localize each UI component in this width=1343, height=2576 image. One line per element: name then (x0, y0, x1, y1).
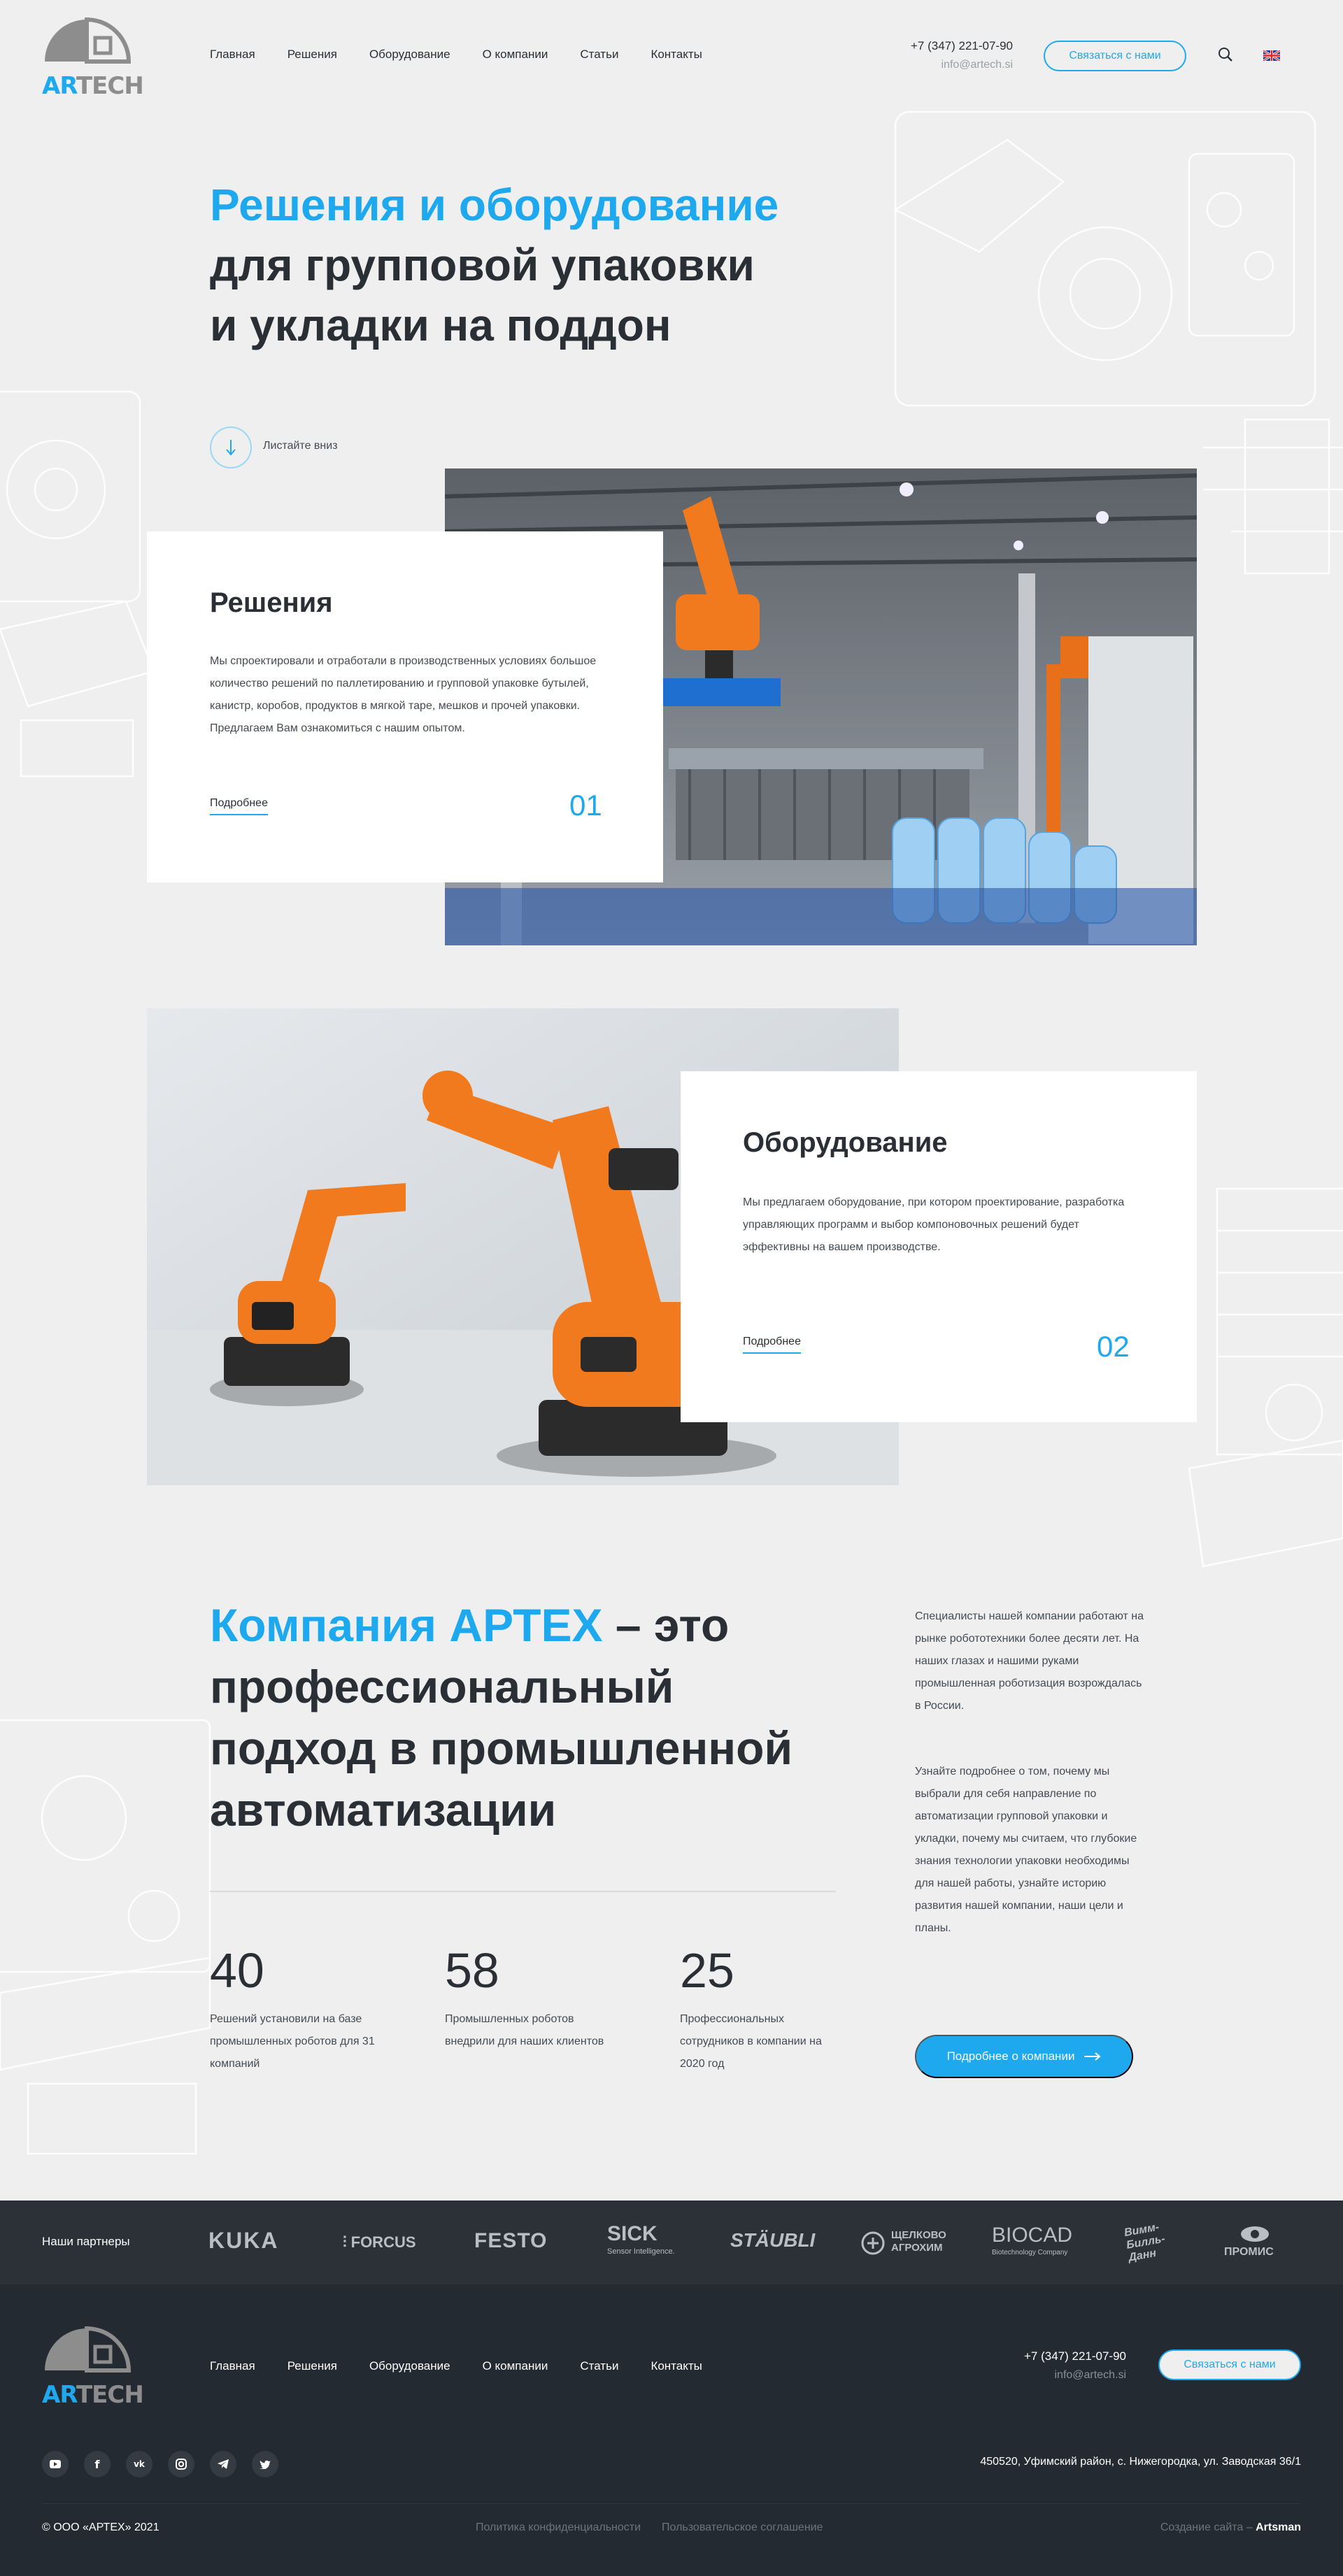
hero-title-line2: для групповой упаковки (210, 240, 755, 290)
footer-nav-equipment[interactable]: Оборудование (369, 2359, 450, 2373)
footer-logo[interactable]: ARTECH (42, 2326, 144, 2409)
developer-credit-label: Создание сайта – (1160, 2521, 1256, 2533)
stat-number: 40 (210, 1943, 264, 1998)
footer-phone[interactable]: +7 (347) 221-07-90 (1006, 2349, 1126, 2363)
uk-flag-icon[interactable] (1263, 50, 1280, 61)
header-email[interactable]: info@artech.si (907, 59, 1013, 71)
search-icon[interactable] (1217, 46, 1234, 63)
nav-item-about[interactable]: О компании (483, 48, 548, 62)
hero-title: Решения и оборудование для групповой упа… (210, 175, 779, 355)
stat-item: 25 Профессиональных сотрудников в компан… (680, 1942, 848, 2075)
footer-nav-solutions[interactable]: Решения (287, 2359, 337, 2373)
nav-item-solutions[interactable]: Решения (287, 48, 337, 62)
footer-nav: Главная Решения Оборудование О компании … (210, 2359, 702, 2373)
partner-logo-forcus[interactable]: ⫶ FORCUS (343, 2233, 416, 2252)
logo[interactable]: ARTECH (42, 17, 144, 100)
logo-tech: TECH (76, 2381, 144, 2409)
arrow-right-icon (1084, 2052, 1101, 2061)
logo-ar: AR (42, 2381, 77, 2409)
logo-mark-icon (45, 2326, 132, 2373)
stat-item: 40 Решений установили на базе промышленн… (210, 1942, 378, 2075)
developer-credit[interactable]: Создание сайта – Artsman (1091, 2521, 1301, 2534)
logo-mark-icon (45, 17, 132, 64)
partner-logo-biocad-tagline: Biotechnology Company (992, 2249, 1068, 2256)
instagram-icon[interactable] (168, 2451, 194, 2477)
company-text-2: Узнайте подробнее о том, почему мы выбра… (915, 1766, 1137, 1934)
partner-logo-shchelkovo[interactable]: ЩЕЛКОВО (891, 2229, 946, 2241)
scroll-label: Листайте вниз (263, 440, 338, 452)
social-links: f vk (42, 2451, 278, 2477)
partner-logo-agrokhim: АГРОХИМ (891, 2242, 943, 2254)
promis-emblem-icon (1241, 2226, 1269, 2242)
contact-button[interactable]: Связаться с нами (1044, 41, 1186, 71)
company-title-blue: Компания АРТЕХ (210, 1599, 603, 1651)
telegram-icon[interactable] (210, 2451, 236, 2477)
equipment-text: Мы предлагаем оборудование, при котором … (743, 1196, 1125, 1253)
partner-logo-sick-tagline: Sensor Intelligence. (607, 2247, 675, 2256)
twitter-icon[interactable] (252, 2451, 278, 2477)
nav-item-equipment[interactable]: Оборудование (369, 48, 450, 62)
stat-text: Профессиональных сотрудников в компании … (680, 2013, 822, 2070)
partner-logo-staubli[interactable]: STÄUBLI (730, 2229, 815, 2252)
stat-text: Промышленных роботов внедрили для наших … (445, 2013, 604, 2047)
footer-nav-contacts[interactable]: Контакты (651, 2359, 702, 2373)
footer-address: 450520, Уфимский район, с. Нижегородка, … (980, 2456, 1301, 2468)
facebook-icon[interactable]: f (84, 2451, 111, 2477)
company-divider (210, 1891, 836, 1892)
nav-item-contacts[interactable]: Контакты (651, 48, 702, 62)
hero-title-line3: и укладки на поддон (210, 300, 672, 350)
user-agreement-link[interactable]: Пользовательское соглашение (662, 2521, 823, 2534)
about-company-label: Подробнее о компании (946, 2049, 1075, 2063)
stat-number: 25 (680, 1943, 734, 1998)
nav-item-articles[interactable]: Статьи (580, 48, 618, 62)
solutions-more-link[interactable]: Подробнее (210, 797, 268, 815)
shchelkovo-emblem-icon (861, 2231, 885, 2255)
arrow-down-icon (226, 440, 236, 456)
equipment-title: Оборудование (743, 1127, 948, 1158)
vk-icon[interactable]: vk (126, 2451, 152, 2477)
logo-ar: AR (42, 72, 77, 100)
partner-logo-festo[interactable]: FESTO (474, 2229, 547, 2253)
footer-copyright: © ООО «АРТЕХ» 2021 (42, 2521, 159, 2533)
equipment-number: 02 (1097, 1330, 1130, 1363)
footer-divider (42, 2503, 1301, 2504)
stat-text: Решений установили на базе промышленных … (210, 2013, 375, 2070)
partner-logo-biocad[interactable]: BIOCAD (992, 2224, 1072, 2247)
logo-tech: TECH (76, 72, 144, 100)
privacy-policy-link[interactable]: Политика конфиденциальности (476, 2521, 641, 2534)
company-title: Компания АРТЕХ – это профессиональный по… (210, 1594, 839, 1840)
footer-contact-button[interactable]: Связаться с нами (1158, 2349, 1301, 2380)
stat-number: 58 (445, 1943, 499, 1998)
main-nav: Главная Решения Оборудование О компании … (210, 48, 702, 62)
partner-logo-kuka[interactable]: KUKA (208, 2228, 278, 2254)
partner-logo-promis[interactable]: ПРОМИС (1224, 2246, 1274, 2259)
footer-nav-home[interactable]: Главная (210, 2359, 255, 2373)
header-phone[interactable]: +7 (347) 221-07-90 (907, 39, 1013, 53)
partners-label: Наши партнеры (42, 2235, 130, 2248)
youtube-icon[interactable] (42, 2451, 69, 2477)
scroll-down-button[interactable] (210, 427, 252, 468)
footer-nav-articles[interactable]: Статьи (580, 2359, 618, 2373)
nav-item-home[interactable]: Главная (210, 48, 255, 62)
solutions-text: Мы спроектировали и отработали в произво… (210, 655, 597, 734)
footer-email[interactable]: info@artech.si (1006, 2369, 1126, 2382)
stat-item: 58 Промышленных роботов внедрили для наш… (445, 1942, 613, 2053)
solutions-number: 01 (569, 789, 602, 822)
company-text-1: Специалисты нашей компании работают на р… (915, 1610, 1144, 1712)
about-company-button[interactable]: Подробнее о компании (915, 2035, 1133, 2078)
hero-title-blue: Решения и оборудование (210, 180, 779, 230)
solutions-title: Решения (210, 587, 333, 618)
partner-logo-sick[interactable]: SICK (607, 2222, 658, 2246)
footer-legal-links: Политика конфиденциальности Пользователь… (476, 2521, 823, 2534)
developer-name: Artsman (1256, 2521, 1301, 2533)
footer-nav-about[interactable]: О компании (483, 2359, 548, 2373)
equipment-more-link[interactable]: Подробнее (743, 1336, 801, 1354)
